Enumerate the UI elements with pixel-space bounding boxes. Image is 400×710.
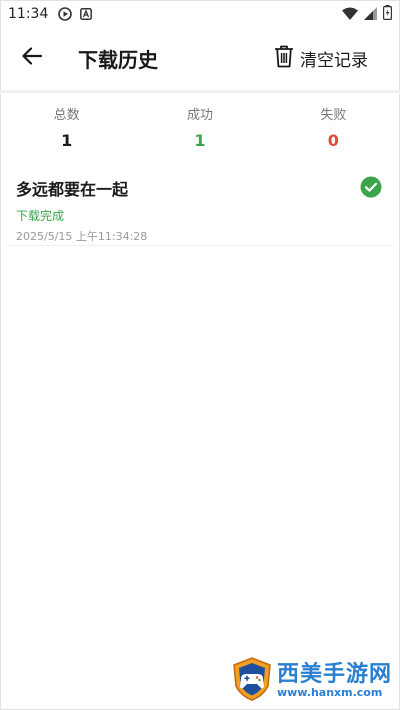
history-item-time: 2025/5/15 上午11:34:28 bbox=[16, 230, 148, 243]
check-circle-icon bbox=[360, 176, 382, 198]
stat-failed-value: 0 bbox=[327, 131, 339, 150]
watermark: 西美手游网 www.hanxm.com bbox=[229, 656, 392, 706]
stat-success-label: 成功 bbox=[186, 108, 213, 123]
stat-success-value: 1 bbox=[194, 131, 206, 150]
history-list: 多远都要在一起 下载完成 2025/5/15 上午11:34:28 bbox=[6, 166, 394, 246]
notification-a-icon bbox=[80, 8, 93, 20]
play-circle-icon bbox=[58, 7, 73, 21]
stat-failed: 失败 0 bbox=[267, 100, 400, 154]
history-item-title: 多远都要在一起 bbox=[16, 180, 129, 199]
battery-icon bbox=[383, 4, 393, 24]
status-time: 11:34 bbox=[8, 6, 49, 22]
gamepad-shield-logo-icon bbox=[229, 656, 275, 706]
history-item[interactable]: 多远都要在一起 下载完成 2025/5/15 上午11:34:28 bbox=[6, 166, 394, 246]
trash-icon bbox=[274, 44, 294, 72]
signal-icon bbox=[364, 5, 377, 24]
watermark-name: 西美手游网 bbox=[276, 662, 392, 687]
stat-total: 总数 1 bbox=[0, 100, 133, 154]
stat-total-value: 1 bbox=[61, 131, 73, 150]
header-divider bbox=[0, 90, 400, 93]
app-bar: 下载历史 清空记录 bbox=[0, 28, 400, 88]
history-item-status: 下载完成 bbox=[16, 209, 65, 223]
stat-total-label: 总数 bbox=[53, 108, 80, 123]
back-button[interactable] bbox=[14, 40, 50, 76]
wifi-icon bbox=[342, 5, 358, 24]
clear-history-button[interactable]: 清空记录 bbox=[274, 44, 368, 72]
page-title: 下载历史 bbox=[78, 47, 158, 72]
clear-history-label: 清空记录 bbox=[300, 50, 368, 71]
watermark-url: www.hanxm.com bbox=[276, 686, 383, 699]
stats-summary: 总数 1 成功 1 失败 0 bbox=[0, 100, 400, 154]
stat-failed-label: 失败 bbox=[320, 108, 347, 123]
stat-success: 成功 1 bbox=[133, 100, 266, 154]
watermark-text: 西美手游网 www.hanxm.com bbox=[277, 663, 392, 699]
status-bar: 11:34 bbox=[0, 0, 400, 28]
status-icons bbox=[342, 4, 393, 24]
back-arrow-icon bbox=[22, 47, 43, 69]
